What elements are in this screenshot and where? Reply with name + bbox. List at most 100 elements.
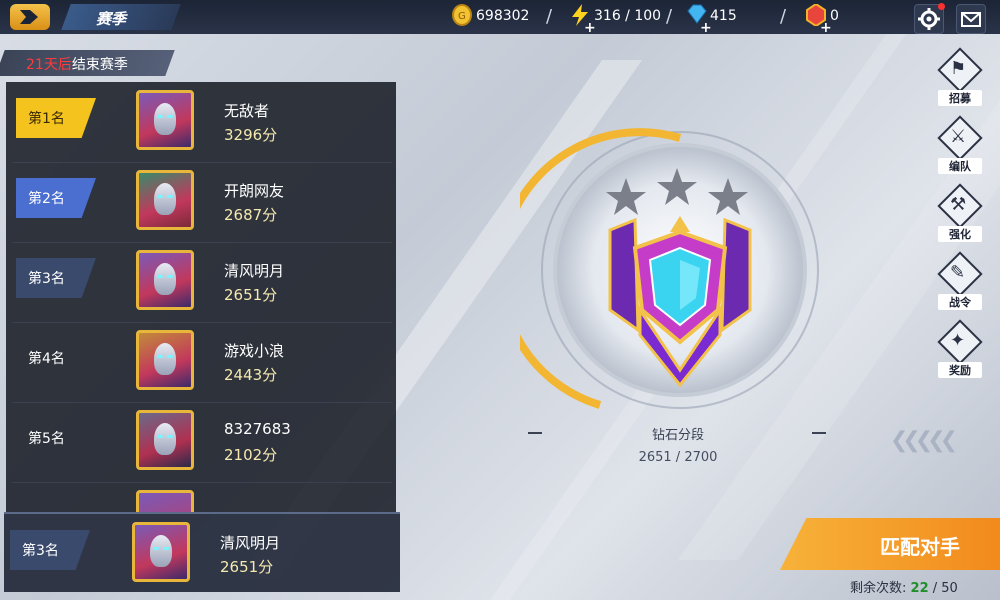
avatar[interactable]: [136, 490, 194, 512]
rank-badge: 第4名: [16, 338, 96, 378]
rank-badge: 第3名: [10, 530, 90, 570]
rank-emblem: [496, 120, 840, 430]
notification-dot: [938, 3, 945, 10]
hero-eye: [167, 115, 173, 118]
hero-eye: [157, 355, 163, 358]
player-name: 开朗网友: [224, 182, 285, 200]
menu-team[interactable]: ⚔ 编队: [934, 115, 986, 178]
player-score: 2102分: [224, 446, 278, 464]
remaining-attempts: 剩余次数: 22 / 50: [850, 577, 958, 596]
hero-eye: [167, 355, 173, 358]
hero-eye: [157, 275, 163, 278]
avatar[interactable]: [136, 410, 194, 470]
svg-text:G: G: [458, 11, 466, 22]
season-days-left: 21天后: [26, 57, 72, 73]
upgrade-icon: ⚒: [950, 194, 967, 215]
ranking-row[interactable]: 第2名 开朗网友 2687分: [12, 162, 392, 243]
player-score: 2651分: [220, 558, 274, 576]
player-score: 2687分: [224, 206, 278, 224]
ranking-row[interactable]: 第5名 8327683 2102分: [12, 402, 392, 483]
rank-badge: 第2名: [16, 178, 96, 218]
banner-icon: ⚑: [950, 58, 967, 79]
rank-label: 第2名: [28, 191, 65, 207]
rank-progress: 2651 / 2700: [638, 450, 718, 465]
hero-eye: [167, 435, 173, 438]
player-score: 2651分: [224, 286, 278, 304]
hero-face: [154, 263, 176, 295]
divider: /: [780, 6, 787, 27]
settings-button[interactable]: [914, 3, 945, 34]
mail-icon: [961, 12, 981, 27]
add-gem-button[interactable]: +: [700, 20, 712, 36]
menu-battle-pass[interactable]: ✎ 战令: [934, 251, 986, 314]
hero-eye: [167, 275, 173, 278]
chevron-arrows-icon: ❮❮❮❮❮: [890, 428, 958, 453]
menu-recruit[interactable]: ⚑ 招募: [934, 47, 986, 110]
hero-eye: [157, 115, 163, 118]
menu-label: 招募: [938, 90, 982, 106]
rank-badge: 第1名: [16, 98, 96, 138]
avatar[interactable]: [136, 330, 194, 390]
menu-label: 奖励: [938, 362, 982, 378]
menu-label: 强化: [938, 226, 982, 242]
match-opponent-button[interactable]: 匹配对手: [780, 518, 1000, 570]
menu-upgrade[interactable]: ⚒ 强化: [934, 183, 986, 246]
avatar[interactable]: [136, 90, 194, 150]
rank-badge: 第5名: [16, 418, 96, 458]
player-name: 游戏小浪: [224, 342, 285, 360]
ranking-row[interactable]: 第1名 无敌者 3296分: [12, 82, 392, 163]
top-bar: 赛季 G 698302 / 316 / 100 + / 415 + / 0 +: [0, 0, 1000, 36]
gold-value: 698302: [476, 8, 530, 24]
add-energy-button[interactable]: +: [584, 20, 596, 36]
ranking-row-partial[interactable]: [12, 482, 392, 512]
player-name: 8327683: [224, 420, 291, 438]
menu-label: 编队: [938, 158, 982, 174]
hero-face: [154, 103, 176, 135]
player-score: 3296分: [224, 126, 278, 144]
season-suffix: 结束赛季: [71, 57, 128, 73]
ranking-row[interactable]: 第4名 游戏小浪 2443分: [12, 322, 392, 403]
remaining-label: 剩余次数:: [850, 581, 907, 596]
rank-label: 第3名: [28, 271, 65, 287]
rank-label: 第5名: [28, 431, 65, 447]
player-name: 无敌者: [224, 102, 270, 120]
rank-label: 第3名: [22, 543, 59, 559]
add-crystal-button[interactable]: +: [820, 20, 832, 36]
avatar[interactable]: [136, 170, 194, 230]
rank-tier-name: 钻石分段: [651, 428, 704, 443]
divider: /: [666, 6, 673, 27]
energy-value: 316 / 100: [594, 8, 662, 24]
rank-label: 第1名: [28, 111, 65, 127]
avatar[interactable]: [136, 250, 194, 310]
page-title: 赛季: [96, 10, 127, 28]
hero-face: [154, 343, 176, 375]
my-ranking-row[interactable]: 第3名 清风明月 2651分: [4, 512, 400, 592]
gold-coin-icon: G: [452, 4, 472, 26]
rank-badge: 第3名: [16, 258, 96, 298]
rank-label: 第4名: [28, 351, 65, 367]
avatar[interactable]: [132, 522, 190, 582]
hero-eye: [157, 435, 163, 438]
ranking-row[interactable]: 第3名 清风明月 2651分: [12, 242, 392, 323]
gem-value: 415: [710, 8, 737, 24]
swords-icon: ⚔: [950, 126, 967, 147]
hero-face: [150, 535, 172, 567]
gift-icon: ✦: [950, 330, 966, 351]
player-name: 清风明月: [224, 262, 285, 280]
hero-face: [154, 183, 176, 215]
mail-button[interactable]: [956, 4, 986, 34]
pass-icon: ✎: [950, 262, 966, 283]
season-countdown: 21天后结束赛季: [26, 54, 128, 74]
emblem-graphic: [496, 128, 819, 409]
back-icon: [20, 10, 38, 24]
match-button-label: 匹配对手: [880, 535, 960, 559]
remaining-total: / 50: [932, 581, 958, 596]
player-name: 清风明月: [220, 534, 281, 552]
back-button[interactable]: [10, 4, 50, 30]
menu-rewards[interactable]: ✦ 奖励: [934, 319, 986, 382]
ranking-list[interactable]: 第1名 无敌者 3296分 第2名 开朗网友 2687分 第3名 清风明月 26…: [6, 82, 396, 512]
hero-eye: [153, 547, 159, 550]
remaining-used: 22: [910, 581, 929, 596]
player-score: 2443分: [224, 366, 278, 384]
hero-face: [154, 423, 176, 455]
